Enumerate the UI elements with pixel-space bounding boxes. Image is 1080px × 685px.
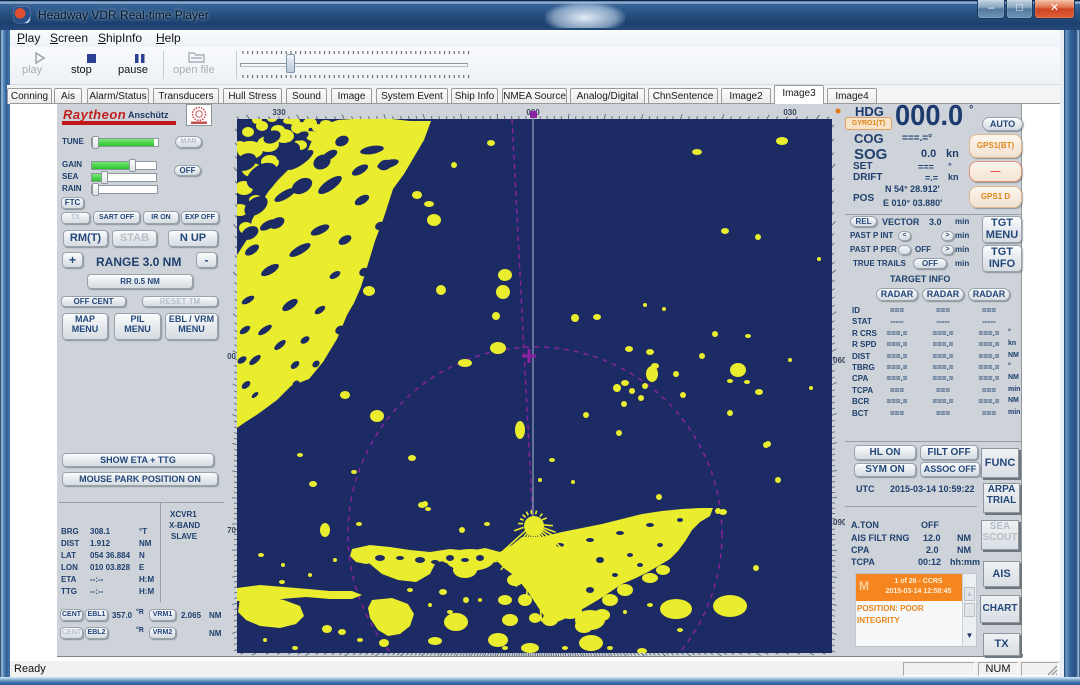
svg-text:090: 090 [833,518,845,527]
svg-text:270: 270 [227,526,237,535]
svg-text:060: 060 [833,356,845,365]
svg-text:030: 030 [783,108,797,117]
svg-text:300: 300 [227,352,237,361]
svg-text:330: 330 [272,108,286,117]
